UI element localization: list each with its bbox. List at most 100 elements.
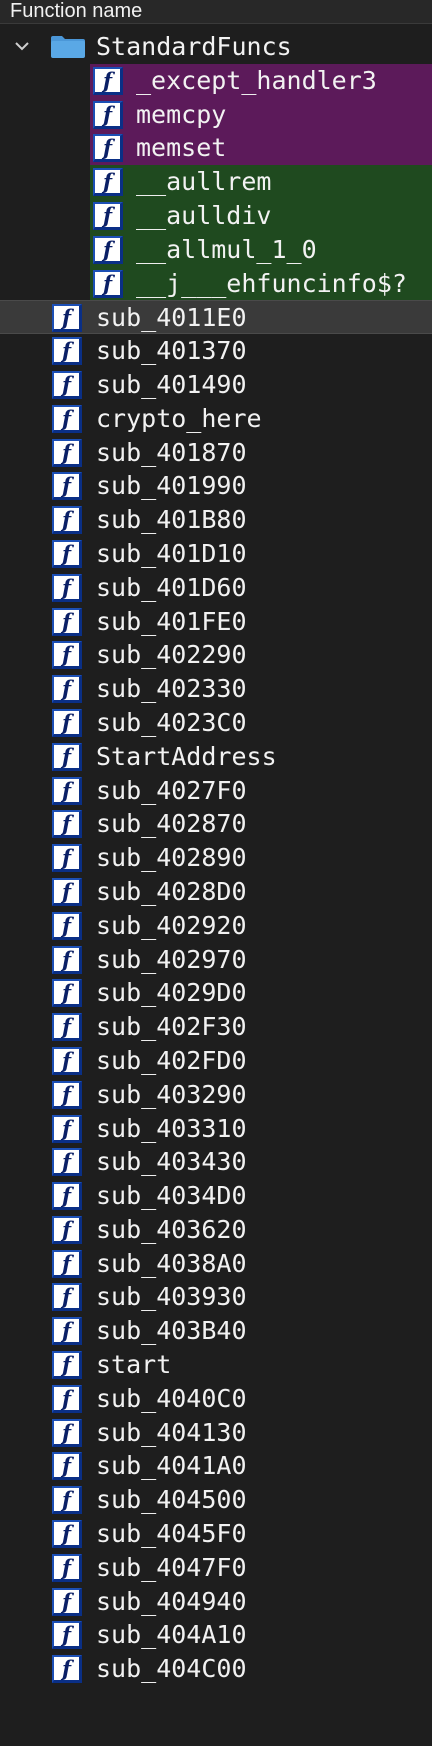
tree-item-function[interactable]: f sub_4047F0: [0, 1551, 432, 1585]
function-name: sub_4047F0: [96, 1552, 247, 1582]
tree-item-function[interactable]: f sub_402330: [0, 672, 432, 706]
function-name: sub_402890: [96, 843, 247, 873]
tree-item-function[interactable]: f sub_404C00: [0, 1652, 432, 1686]
tree-item-function[interactable]: f memcpy: [0, 97, 432, 132]
tree-item-function[interactable]: f sub_4023C0: [0, 706, 432, 740]
tree-item-function[interactable]: f sub_4041A0: [0, 1449, 432, 1483]
function-name: sub_404A10: [96, 1620, 247, 1650]
tree-item-function[interactable]: f sub_402290: [0, 638, 432, 672]
tree-item-function[interactable]: f sub_403310: [0, 1112, 432, 1146]
function-icon: f: [52, 438, 82, 467]
function-icon: f: [52, 911, 82, 940]
function-name: sub_401FE0: [96, 606, 247, 636]
function-icon: f: [52, 1621, 82, 1650]
tree-item-function[interactable]: f __aullrem: [0, 165, 432, 199]
tree-item-function[interactable]: f start: [0, 1348, 432, 1382]
tree-item-function[interactable]: f sub_401B80: [0, 503, 432, 537]
tree-item-function[interactable]: f sub_401370: [0, 334, 432, 368]
tree-item-function[interactable]: f sub_401490: [0, 368, 432, 402]
tree-item-function[interactable]: f sub_404130: [0, 1416, 432, 1450]
column-header-label: Function name: [10, 0, 143, 22]
tree-item-function[interactable]: f sub_403930: [0, 1280, 432, 1314]
column-header-function-name[interactable]: Function name: [0, 0, 432, 24]
tree-item-function[interactable]: f sub_4034D0: [0, 1179, 432, 1213]
tree-item-function[interactable]: f sub_4027F0: [0, 774, 432, 808]
function-name: start: [96, 1350, 172, 1380]
tree-item-function[interactable]: f sub_4038A0: [0, 1247, 432, 1281]
tree-item-function[interactable]: f __aulldiv: [0, 198, 432, 233]
tree-item-function[interactable]: f sub_403290: [0, 1078, 432, 1112]
function-name: sub_402870: [96, 809, 247, 839]
tree-item-function[interactable]: f sub_403620: [0, 1213, 432, 1247]
function-name: sub_4038A0: [96, 1248, 247, 1278]
function-name: __allmul_1_0: [136, 234, 317, 264]
function-icon: f: [52, 1114, 82, 1143]
tree-item-function[interactable]: f sub_4028D0: [0, 875, 432, 909]
function-icon: f: [52, 1283, 82, 1312]
tree-item-function[interactable]: f __allmul_1_0: [0, 232, 432, 267]
tree-item-function[interactable]: f sub_401D10: [0, 537, 432, 571]
function-icon: f: [52, 404, 82, 433]
function-name: sub_4034D0: [96, 1181, 247, 1211]
function-icon: f: [52, 1351, 82, 1380]
function-icon: f: [52, 776, 82, 805]
tree-item-function[interactable]: f sub_4045F0: [0, 1517, 432, 1551]
function-name: sub_4040C0: [96, 1383, 247, 1413]
tree-item-function[interactable]: f sub_401990: [0, 469, 432, 503]
function-icon: f: [52, 1587, 82, 1616]
function-icon: f: [52, 573, 82, 602]
function-name: sub_4027F0: [96, 775, 247, 805]
tree-folder-standardfuncs[interactable]: StandardFuncs: [0, 30, 432, 64]
tree-item-function[interactable]: f sub_402FD0: [0, 1044, 432, 1078]
tree-item-function[interactable]: f sub_402890: [0, 841, 432, 875]
function-icon: f: [52, 506, 82, 535]
function-icon: f: [93, 66, 123, 95]
tree-item-function[interactable]: f sub_403430: [0, 1145, 432, 1179]
function-name: sub_4028D0: [96, 876, 247, 906]
function-icon: f: [52, 1486, 82, 1515]
tree-item-function[interactable]: f sub_403B40: [0, 1314, 432, 1348]
tree-item-function-selected[interactable]: f sub_4011E0: [0, 300, 432, 335]
function-icon: f: [93, 269, 123, 298]
function-icon: f: [52, 945, 82, 974]
chevron-down-icon[interactable]: [14, 38, 30, 54]
function-name: sub_403290: [96, 1079, 247, 1109]
function-name: sub_4029D0: [96, 978, 247, 1008]
folder-label: StandardFuncs: [96, 32, 292, 61]
tree-item-function[interactable]: f sub_402870: [0, 807, 432, 841]
function-name: crypto_here: [96, 403, 262, 433]
function-icon: f: [52, 1520, 82, 1549]
tree-item-function[interactable]: f sub_404500: [0, 1483, 432, 1517]
tree-item-function[interactable]: f sub_402970: [0, 943, 432, 977]
tree-item-function[interactable]: f crypto_here: [0, 402, 432, 436]
tree-item-function[interactable]: f sub_404A10: [0, 1618, 432, 1652]
function-name: sub_403430: [96, 1147, 247, 1177]
function-name: sub_4041A0: [96, 1451, 247, 1481]
tree-item-function[interactable]: f memset: [0, 131, 432, 166]
function-icon: f: [52, 1553, 82, 1582]
tree-item-function[interactable]: f sub_404940: [0, 1585, 432, 1619]
tree-item-function[interactable]: f sub_401D60: [0, 571, 432, 605]
tree-item-function[interactable]: f __j___ehfuncinfo$?: [0, 266, 432, 301]
function-icon: f: [52, 810, 82, 839]
tree-item-function[interactable]: f StartAddress: [0, 740, 432, 774]
function-icon: f: [93, 168, 123, 197]
tree-item-function[interactable]: f _except_handler3: [0, 63, 432, 98]
function-icon: f: [52, 370, 82, 399]
function-icon: f: [52, 1182, 82, 1211]
function-icon: f: [52, 1452, 82, 1481]
function-name: sub_402FD0: [96, 1045, 247, 1075]
function-icon: f: [52, 1046, 82, 1075]
tree-item-function[interactable]: f sub_402920: [0, 909, 432, 943]
tree-item-function[interactable]: f sub_402F30: [0, 1010, 432, 1044]
tree-item-function[interactable]: f sub_4040C0: [0, 1382, 432, 1416]
function-icon: f: [52, 1148, 82, 1177]
tree-item-function[interactable]: f sub_401870: [0, 436, 432, 470]
function-icon: f: [52, 641, 82, 670]
function-name: sub_401490: [96, 369, 247, 399]
function-icon: f: [52, 877, 82, 906]
tree-item-function[interactable]: f sub_401FE0: [0, 605, 432, 639]
function-list[interactable]: StandardFuncs f _except_handler3 f memcpy f me…: [0, 30, 432, 1686]
tree-item-function[interactable]: f sub_4029D0: [0, 976, 432, 1010]
function-name: sub_401D10: [96, 538, 247, 568]
